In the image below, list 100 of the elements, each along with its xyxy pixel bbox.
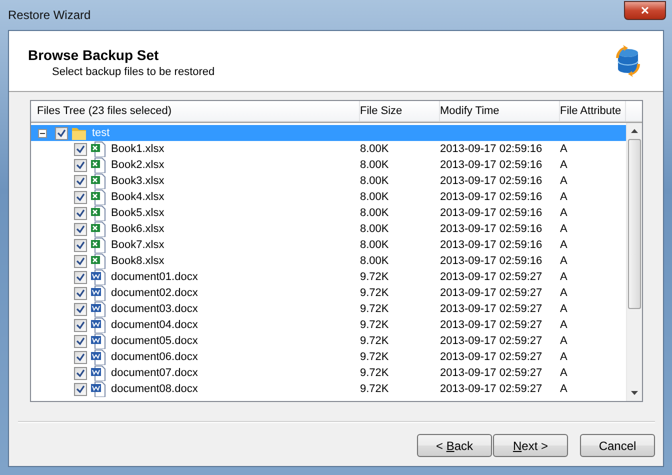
modify-time: 2013-09-17 02:59:27 [440,319,544,331]
checkbox[interactable] [74,350,87,364]
file-attribute: A [560,383,568,395]
file-name[interactable]: document06.docx [109,349,200,365]
file-attribute: A [560,191,568,203]
file-size: 9.72K [360,367,390,379]
dialog-button[interactable]: < Back [417,434,492,457]
file-attribute: A [560,239,568,251]
modify-time: 2013-09-17 02:59:27 [440,303,544,315]
file-attribute: A [560,271,568,283]
file-name[interactable]: document02.docx [109,285,200,301]
dialog-button[interactable]: Next > [493,434,568,457]
file-name[interactable]: Book6.xlsx [109,221,166,237]
file-size: 9.72K [360,287,390,299]
checkbox[interactable] [74,302,87,316]
column-header[interactable]: File Attribute [560,101,626,121]
document-file-icon [90,349,106,365]
window-title: Restore Wizard [8,8,91,22]
spreadsheet-file-icon [90,253,106,269]
modify-time: 2013-09-17 02:59:16 [440,175,544,187]
dialog-button[interactable]: Cancel [580,434,655,457]
spreadsheet-file-icon [90,141,106,157]
close-button[interactable]: × [624,0,666,20]
file-name[interactable]: Book4.xlsx [109,189,166,205]
check-icon [57,128,66,138]
spreadsheet-file-icon [90,221,106,237]
file-name[interactable]: Book5.xlsx [109,205,166,221]
file-attribute: A [560,223,568,235]
file-name[interactable]: document01.docx [109,269,200,285]
spreadsheet-file-icon [90,157,106,173]
file-name[interactable]: Book3.xlsx [109,173,166,189]
checkbox[interactable] [74,158,87,172]
document-file-icon [90,333,106,349]
checkbox[interactable] [74,174,87,188]
file-size: 8.00K [360,191,390,203]
file-attribute: A [560,351,568,363]
column-header[interactable]: File Size [360,101,440,121]
file-attribute: A [560,319,568,331]
file-size: 9.72K [360,303,390,315]
file-name[interactable]: Book2.xlsx [109,157,166,173]
spreadsheet-file-icon [90,189,106,205]
file-name[interactable]: Book1.xlsx [109,141,166,157]
file-attribute: A [560,175,568,187]
spreadsheet-file-icon [90,237,106,253]
file-attribute: A [560,287,568,299]
spreadsheet-file-icon [90,173,106,189]
document-file-icon [90,269,106,285]
file-attribute: A [560,143,568,155]
collapse-icon[interactable] [38,128,47,138]
file-size: 9.72K [360,335,390,347]
modify-time: 2013-09-17 02:59:27 [440,383,544,395]
modify-time: 2013-09-17 02:59:27 [440,287,544,299]
checkbox[interactable] [55,126,68,140]
file-size: 8.00K [360,159,390,171]
document-file-icon [90,285,106,301]
file-size: 9.72K [360,319,390,331]
column-header[interactable]: Files Tree (23 files seleced) [31,101,360,121]
file-name[interactable]: document08.docx [109,381,200,397]
modify-time: 2013-09-17 02:59:27 [440,271,544,283]
checkbox[interactable] [74,382,87,396]
file-name[interactable]: Book8.xlsx [109,253,166,269]
file-name[interactable]: document04.docx [109,317,200,333]
checkbox[interactable] [74,222,87,236]
file-name[interactable]: document03.docx [109,301,200,317]
file-size: 8.00K [360,175,390,187]
file-attribute: A [560,303,568,315]
file-attribute: A [560,335,568,347]
checkbox[interactable] [74,286,87,300]
page-subtitle: Select backup files to be restored [51,66,215,78]
checkbox[interactable] [74,318,87,332]
modify-time: 2013-09-17 02:59:16 [440,255,544,267]
document-file-icon [90,301,106,317]
checkbox[interactable] [74,254,87,268]
modify-time: 2013-09-17 02:59:16 [440,239,544,251]
spreadsheet-file-icon [90,205,106,221]
checkbox[interactable] [74,334,87,348]
file-name[interactable]: document07.docx [109,365,200,381]
checkbox[interactable] [74,206,87,220]
file-attribute: A [560,207,568,219]
checkbox[interactable] [74,238,87,252]
file-size: 9.72K [360,351,390,363]
file-size: 8.00K [360,239,390,251]
modify-time: 2013-09-17 02:59:27 [440,351,544,363]
column-header[interactable]: Modify Time [440,101,560,121]
file-attribute: A [560,159,568,171]
file-size: 8.00K [360,223,390,235]
document-file-icon [90,381,106,397]
checkbox[interactable] [74,366,87,380]
checkbox[interactable] [74,190,87,204]
checkbox[interactable] [74,142,87,156]
file-name[interactable]: Book7.xlsx [109,237,166,253]
modify-time: 2013-09-17 02:59:16 [440,143,544,155]
file-size: 9.72K [360,383,390,395]
checkbox[interactable] [74,270,87,284]
file-attribute: A [560,367,568,379]
document-file-icon [90,365,106,381]
scrollbar-thumb[interactable] [628,139,641,309]
file-name[interactable]: document05.docx [109,333,200,349]
modify-time: 2013-09-17 02:59:16 [440,191,544,203]
file-size: 9.72K [360,271,390,283]
